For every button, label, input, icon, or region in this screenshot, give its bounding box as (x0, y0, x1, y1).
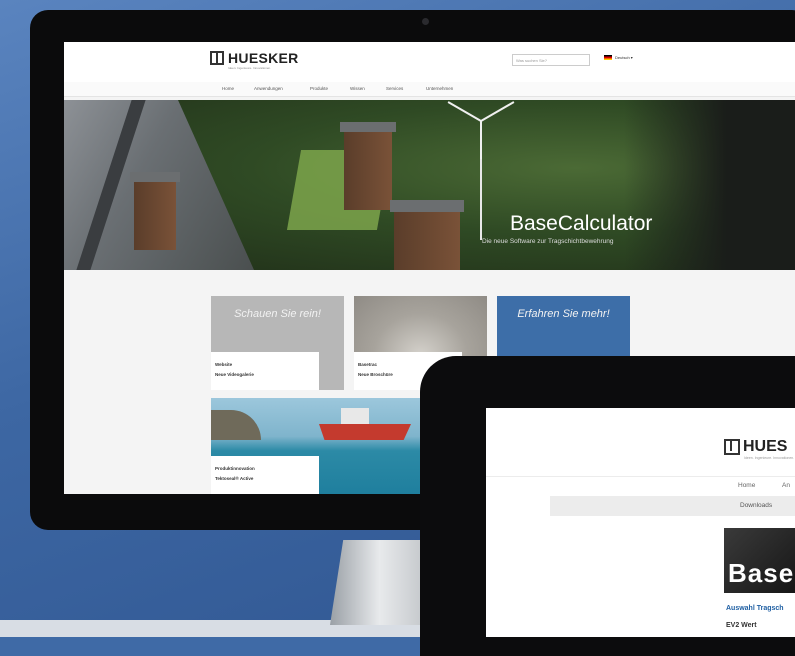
language-selector[interactable]: Deutsch ▾ (604, 55, 633, 60)
ipad-nav-item-home[interactable]: Home (738, 482, 755, 489)
german-flag-icon (604, 55, 612, 60)
ipad-site-logo[interactable]: HUES (724, 438, 787, 456)
turbine-blade (480, 121, 482, 159)
huesker-logo-icon (210, 51, 224, 65)
hero-column-top (340, 122, 396, 132)
tile-headline: Schauen Sie rein! (234, 308, 321, 320)
hero-column-top (130, 172, 180, 182)
ipad-banner-title: Base (728, 558, 795, 588)
ipad-main-nav: Home An (486, 476, 795, 495)
logo-tagline: Ideen. Ingenieure. Innovationen. (228, 66, 272, 70)
tile-category: Website (215, 362, 233, 367)
site-logo[interactable]: HUESKER (210, 50, 299, 66)
ipad-ev2-label: EV2 Wert (726, 622, 757, 629)
hero-soil-column (394, 210, 460, 270)
nav-item-wissen[interactable]: Wissen (350, 86, 365, 91)
tile-title[interactable]: Neue Videogalerie (215, 372, 254, 377)
hero-title: BaseCalculator (510, 212, 653, 235)
nav-item-anwendungen[interactable]: Anwendungen (254, 86, 283, 91)
nav-item-home[interactable]: Home (222, 86, 234, 91)
ipad-logo-text: HUES (743, 438, 788, 455)
turbine-blade (447, 101, 482, 122)
tile-caption-box: Produktinnovation Tektoseal® Active (211, 456, 319, 494)
hero-soil-column (134, 180, 176, 250)
ship-icon (319, 424, 411, 440)
ipad-subnav-downloads[interactable]: Downloads (740, 502, 772, 509)
tile-title[interactable]: Tektoseal® Active (215, 476, 253, 481)
hero-banner[interactable]: BaseCalculator Die neue Software zur Tra… (64, 100, 795, 270)
nav-item-produkte[interactable]: Produkte (310, 86, 328, 91)
tile-title[interactable]: Neue Broschüre (358, 372, 393, 377)
hero-column-top (390, 200, 464, 212)
tile-caption-box: Website Neue Videogalerie (211, 352, 319, 390)
ipad-logo-tagline: Ideen. Ingenieure. Innovationen. (744, 456, 795, 460)
hero-soil-column (344, 130, 392, 210)
nav-item-services[interactable]: Services (386, 86, 403, 91)
tile-category: Produktinnovation (215, 466, 255, 471)
tile-headline: Erfahren Sie mehr! (517, 308, 610, 320)
search-input[interactable]: Was suchen Sie? (512, 54, 590, 66)
site-header: HUESKER Ideen. Ingenieure. Innovationen.… (64, 42, 795, 82)
logo-text: HUESKER (228, 50, 299, 66)
tile-videogalerie[interactable]: Schauen Sie rein! Website Neue Videogale… (211, 296, 344, 390)
tile-erfahren[interactable]: Erfahren Sie mehr! (497, 296, 630, 358)
camera-icon (422, 18, 429, 25)
ipad-screen: HUES Ideen. Ingenieure. Innovationen. Ho… (486, 408, 795, 637)
turbine-blade (480, 101, 515, 122)
main-nav: Home Anwendungen Produkte Wissen Service… (64, 82, 795, 97)
hero-dark-overlay (624, 100, 795, 270)
ipad-link-auswahl[interactable]: Auswahl Tragsch (726, 605, 784, 612)
tile-category: Basetrac (358, 362, 378, 367)
hero-subtitle: Die neue Software zur Tragschichtbewehru… (482, 238, 614, 245)
ship-bridge (341, 408, 369, 426)
nav-item-unternehmen[interactable]: Unternehmen (426, 86, 453, 91)
ipad-nav-item-anwendungen[interactable]: An (782, 482, 790, 489)
gravel-image (354, 296, 487, 356)
huesker-logo-icon (724, 439, 740, 455)
language-label: Deutsch ▾ (615, 55, 633, 60)
